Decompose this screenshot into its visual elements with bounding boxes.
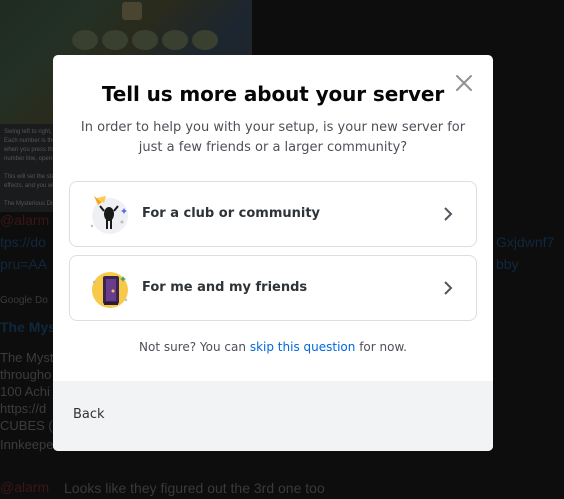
modal-subtitle: In order to help you with your setup, is… (80, 120, 466, 155)
skip-question-link[interactable]: skip this question (250, 340, 356, 354)
bg-link[interactable]: pru=AA (0, 256, 47, 272)
modal-title: Tell us more about your server (101, 82, 445, 106)
friends-icon (92, 272, 128, 308)
option-label: For a club or community (142, 206, 321, 221)
bg-message: Looks like they figured out the 3rd one … (64, 480, 325, 496)
bg-embed-title[interactable]: The Myst (0, 319, 61, 335)
modal-footer: Back (53, 381, 493, 451)
option-club-community[interactable]: For a club or community (69, 181, 477, 247)
server-setup-modal: Tell us more about your server In order … (53, 55, 493, 451)
bg-text-line: The Myst (0, 350, 54, 365)
option-label: For me and my friends (142, 280, 308, 295)
not-sure-text: Not sure? You can skip this question for… (53, 340, 493, 354)
bg-link-right[interactable]: bby (496, 256, 519, 272)
back-button[interactable]: Back (73, 407, 105, 422)
bg-embed-provider: Google Do (0, 295, 48, 306)
chevron-right-icon (444, 281, 453, 295)
club-community-icon (90, 196, 128, 234)
option-me-and-friends[interactable]: For me and my friends (69, 255, 477, 321)
bg-text-line: 100 Achi (0, 384, 50, 399)
not-sure-suffix: for now. (359, 340, 407, 354)
bg-text-line: Innkeepe (0, 437, 54, 452)
bg-mention: @alarm (0, 212, 50, 228)
bg-mention: @alarm (0, 479, 50, 495)
not-sure-prefix: Not sure? You can (139, 340, 246, 354)
bg-link-right[interactable]: Gxjdwnf7 (496, 234, 554, 250)
bg-link[interactable]: tps://do (0, 234, 46, 250)
chevron-right-icon (444, 207, 453, 221)
bg-text-line: https://d (0, 401, 47, 416)
bg-text-line: througho (0, 367, 52, 382)
